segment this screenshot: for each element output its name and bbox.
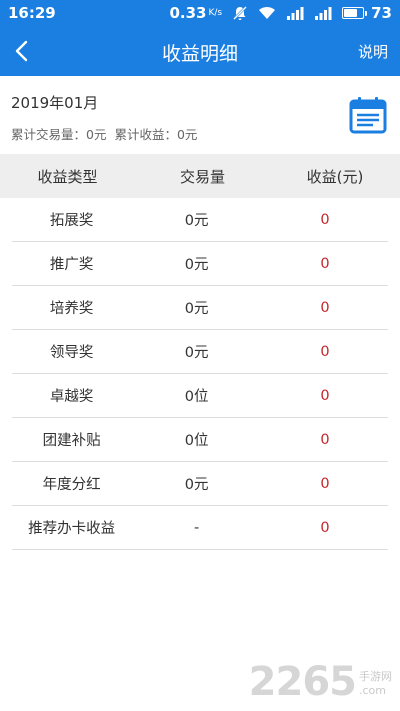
row-volume: 0位	[184, 389, 209, 405]
total-income: 累计收益：0元	[114, 127, 198, 142]
page-title: 收益明细	[161, 43, 238, 65]
watermark-logo: 2265 手游网 .com	[249, 659, 392, 705]
help-button[interactable]: 说明	[358, 41, 388, 62]
row-volume: 0元	[184, 301, 209, 317]
table-row: 拓展奖 0元 0	[12, 198, 388, 242]
mute-icon	[232, 5, 248, 21]
row-type: 培养奖	[49, 301, 94, 317]
signal-icon-1	[286, 6, 304, 20]
table-row: 推荐办卡收益 - 0	[12, 506, 388, 550]
table-row: 推广奖 0元 0	[12, 242, 388, 286]
row-income: 0	[320, 475, 330, 492]
row-income: 0	[320, 387, 330, 404]
status-indicators: 0.33 K/s 73	[159, 4, 392, 22]
table-row: 卓越奖 0位 0	[12, 374, 388, 418]
table-row: 领导奖 0元 0	[12, 330, 388, 374]
row-type: 推荐办卡收益	[28, 521, 116, 537]
row-income: 0	[320, 519, 330, 536]
row-type: 卓越奖	[49, 389, 94, 405]
signal-icon-2	[314, 6, 332, 20]
row-income: 0	[320, 299, 330, 316]
row-income: 0	[320, 343, 330, 360]
watermark-number: 2265	[248, 659, 357, 705]
calendar-icon[interactable]	[348, 95, 388, 135]
row-type: 拓展奖	[49, 213, 94, 229]
header-volume: 交易量	[179, 167, 225, 186]
nav-bar: 收益明细 说明	[0, 26, 400, 76]
row-income: 0	[320, 211, 330, 228]
total-volume: 累计交易量：0元	[11, 127, 107, 142]
row-type: 推广奖	[49, 257, 94, 273]
table-row: 培养奖 0元 0	[12, 286, 388, 330]
summary-section: 2019年01月 累计交易量：0元 累计收益：0元	[0, 76, 400, 154]
summary-stats: 累计交易量：0元 累计收益：0元	[11, 124, 205, 143]
watermark-domain: .com	[359, 684, 386, 697]
row-volume: 0元	[184, 213, 209, 229]
battery-icon	[342, 7, 368, 19]
income-table: 拓展奖 0元 0 推广奖 0元 0 培养奖 0元 0 领导奖 0元 0 卓越奖 …	[0, 198, 400, 550]
row-volume: 0元	[184, 477, 209, 493]
month-label: 2019年01月	[11, 94, 99, 112]
table-row: 团建补贴 0位 0	[12, 418, 388, 462]
row-volume: 0元	[184, 257, 209, 273]
table-row: 年度分红 0元 0	[12, 462, 388, 506]
status-time: 16:29	[8, 4, 56, 22]
row-type: 领导奖	[49, 345, 94, 361]
row-type: 年度分红	[42, 477, 101, 493]
network-speed: 0.33 K/s	[169, 4, 222, 22]
wifi-icon	[258, 6, 276, 20]
status-bar: 16:29 0.33 K/s 73	[0, 0, 400, 26]
row-type: 团建补贴	[42, 433, 101, 449]
row-volume: 0位	[184, 433, 209, 449]
network-speed-value: 0.33	[169, 4, 207, 22]
watermark-suffix: 手游网	[359, 670, 392, 683]
row-volume: -	[194, 519, 200, 536]
table-header: 收益类型 交易量 收益(元)	[0, 154, 400, 198]
header-type: 收益类型	[37, 167, 98, 186]
row-income: 0	[320, 431, 330, 448]
row-volume: 0元	[184, 345, 209, 361]
battery-percent: 73	[371, 4, 392, 22]
network-speed-unit: K/s	[208, 8, 223, 18]
row-income: 0	[320, 255, 330, 272]
header-income: 收益(元)	[306, 167, 364, 186]
